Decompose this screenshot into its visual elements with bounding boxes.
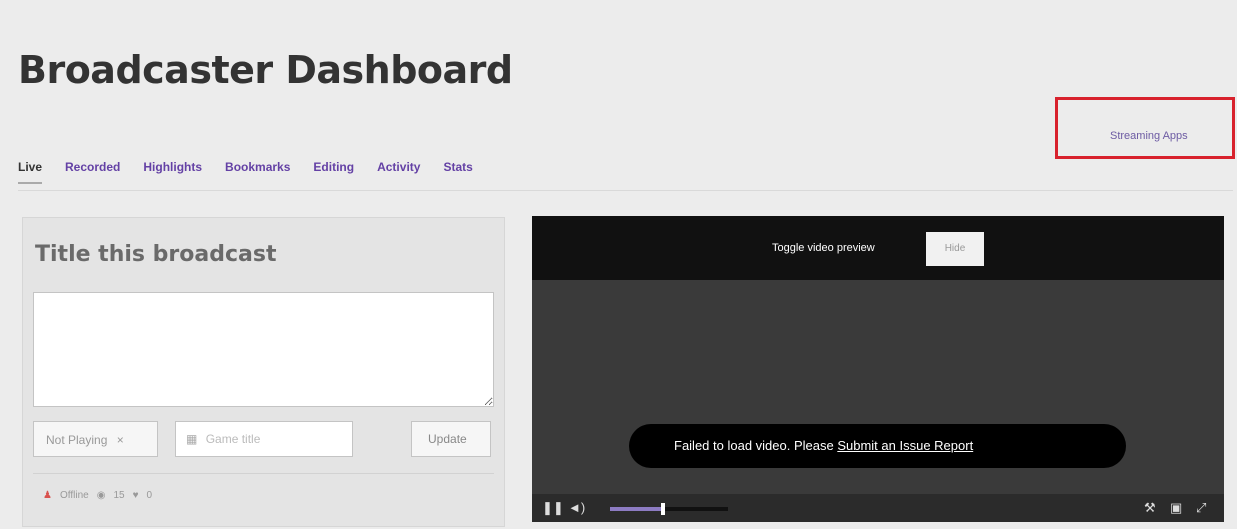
game-search-input[interactable]: ▦ Game title <box>175 421 353 457</box>
game-select[interactable]: Not Playing × <box>33 421 158 457</box>
error-text: Failed to load video. Please <box>674 438 838 453</box>
broadcast-title-input[interactable] <box>33 292 494 407</box>
tab-recorded[interactable]: Recorded <box>65 160 120 184</box>
highlight-box <box>1055 97 1235 159</box>
toggle-preview-label: Toggle video preview <box>772 242 875 254</box>
user-icon: ♟ <box>43 490 52 501</box>
player-controls: ❚❚ ◄) ⚒ ▣ ⤢ <box>532 494 1224 522</box>
followers-count: 0 <box>146 490 153 501</box>
tab-stats[interactable]: Stats <box>443 160 472 184</box>
page-title: Broadcaster Dashboard <box>18 48 513 92</box>
offline-status: Offline <box>59 490 89 501</box>
volume-knob[interactable] <box>661 503 666 515</box>
fullscreen-icon[interactable]: ⤢ <box>1196 500 1206 516</box>
panel-divider <box>33 473 494 474</box>
tab-live[interactable]: Live <box>18 160 43 184</box>
submit-issue-link[interactable]: Submit an Issue Report <box>837 438 973 453</box>
tabs-divider <box>18 190 1233 191</box>
settings-wrench-icon[interactable]: ⚒ <box>1144 500 1156 516</box>
viewers-count: 15 <box>113 490 125 501</box>
tab-bar: Live Recorded Highlights Bookmarks Editi… <box>18 160 496 184</box>
volume-slider[interactable] <box>610 503 728 515</box>
hide-preview-button[interactable]: Hide <box>926 232 984 266</box>
video-player: Toggle video preview Hide Failed to load… <box>532 216 1224 522</box>
error-message: Failed to load video. Please Submit an I… <box>629 424 1126 468</box>
video-preview-bar: Toggle video preview Hide <box>532 216 1224 280</box>
update-button[interactable]: Update <box>411 421 491 457</box>
game-select-value: Not Playing <box>46 433 108 447</box>
tab-activity[interactable]: Activity <box>377 160 420 184</box>
tab-editing[interactable]: Editing <box>313 160 354 184</box>
streaming-apps-link[interactable]: Streaming Apps <box>1110 130 1188 142</box>
volume-fill <box>610 507 664 511</box>
tab-highlights[interactable]: Highlights <box>143 160 202 184</box>
stream-stats: ♟ Offline ◉ 15 ♥ 0 <box>43 490 160 501</box>
pause-icon[interactable]: ❚❚ <box>542 500 564 516</box>
volume-icon[interactable]: ◄) <box>568 500 585 515</box>
panel-title: Title this broadcast <box>35 242 277 267</box>
popout-icon[interactable]: ▣ <box>1170 500 1182 516</box>
game-input-placeholder: Game title <box>205 432 261 446</box>
game-controller-icon: ▦ <box>186 432 198 446</box>
tab-bookmarks[interactable]: Bookmarks <box>225 160 290 184</box>
close-icon[interactable]: × <box>117 433 124 447</box>
heart-icon: ♥ <box>132 490 139 501</box>
broadcast-panel: Title this broadcast Not Playing × ▦ Gam… <box>22 217 505 527</box>
eye-icon: ◉ <box>96 490 106 501</box>
